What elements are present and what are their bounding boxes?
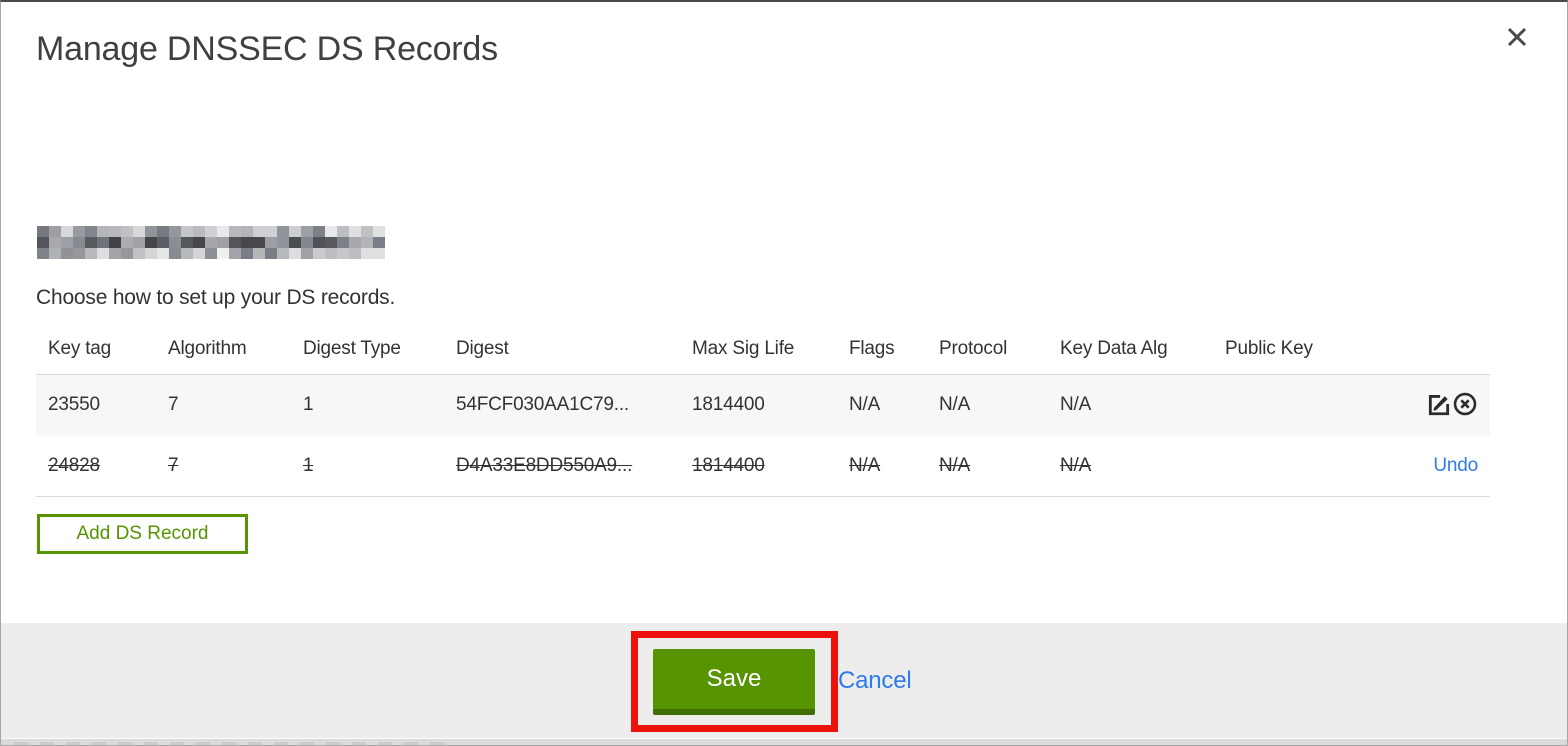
- save-button[interactable]: Save: [653, 649, 815, 715]
- cell-public-key: [1213, 436, 1378, 497]
- background-content-peek: [14, 742, 454, 745]
- delete-record-button[interactable]: [1452, 391, 1478, 420]
- add-ds-record-button[interactable]: Add DS Record: [37, 514, 248, 554]
- column-header-actions: [1378, 330, 1490, 375]
- page-title: Manage DNSSEC DS Records: [36, 30, 498, 68]
- table-header-row: Key tag Algorithm Digest Type Digest Max…: [36, 330, 1490, 375]
- cell-key-tag: 24828: [48, 454, 100, 476]
- cell-key-data-alg: N/A: [1060, 454, 1092, 476]
- ds-records-table: Key tag Algorithm Digest Type Digest Max…: [36, 330, 1490, 497]
- cell-algorithm: 7: [168, 394, 179, 416]
- cell-max-sig-life: 1814400: [692, 394, 765, 416]
- column-header-key-tag: Key tag: [36, 330, 156, 375]
- cell-algorithm: 7: [168, 454, 179, 476]
- cell-public-key: [1213, 375, 1378, 436]
- cancel-link[interactable]: Cancel: [838, 667, 912, 695]
- cell-max-sig-life: 1814400: [692, 454, 765, 476]
- edit-icon: [1428, 394, 1450, 415]
- cell-digest: D4A33E8DD550A9...: [456, 454, 633, 476]
- cell-flags: N/A: [849, 454, 881, 476]
- cell-key-data-alg: N/A: [1060, 394, 1092, 416]
- cell-actions: Undo: [1378, 436, 1490, 497]
- table-row-deleted: 24828 7 1 D4A33E8DD550A9... 1814400 N/A …: [36, 436, 1490, 497]
- footer-bar: Save Cancel: [0, 623, 1568, 739]
- cell-key-tag: 23550: [48, 394, 100, 416]
- column-header-key-data-alg: Key Data Alg: [1048, 330, 1213, 375]
- column-header-max-sig-life: Max Sig Life: [680, 330, 837, 375]
- undo-link[interactable]: Undo: [1433, 455, 1478, 476]
- cell-protocol: N/A: [939, 454, 971, 476]
- delete-icon: [1453, 392, 1477, 416]
- cell-digest: 54FCF030AA1C79...: [456, 394, 629, 416]
- column-header-algorithm: Algorithm: [156, 330, 291, 375]
- column-header-flags: Flags: [837, 330, 927, 375]
- instruction-text: Choose how to set up your DS records.: [36, 286, 396, 309]
- cell-flags: N/A: [849, 394, 881, 416]
- close-icon: [1507, 27, 1527, 47]
- cell-digest-type: 1: [303, 394, 314, 416]
- column-header-public-key: Public Key: [1213, 330, 1378, 375]
- background-page-edge: [0, 738, 1568, 746]
- redacted-domain: [37, 226, 385, 259]
- edit-record-button[interactable]: [1426, 391, 1452, 420]
- column-header-digest: Digest: [444, 330, 680, 375]
- column-header-protocol: Protocol: [927, 330, 1048, 375]
- column-header-digest-type: Digest Type: [291, 330, 444, 375]
- cell-protocol: N/A: [939, 394, 971, 416]
- close-button[interactable]: [1502, 22, 1532, 52]
- cell-actions: [1378, 375, 1490, 436]
- table-row: 23550 7 1 54FCF030AA1C79... 1814400 N/A …: [36, 374, 1490, 436]
- cell-digest-type: 1: [303, 454, 314, 476]
